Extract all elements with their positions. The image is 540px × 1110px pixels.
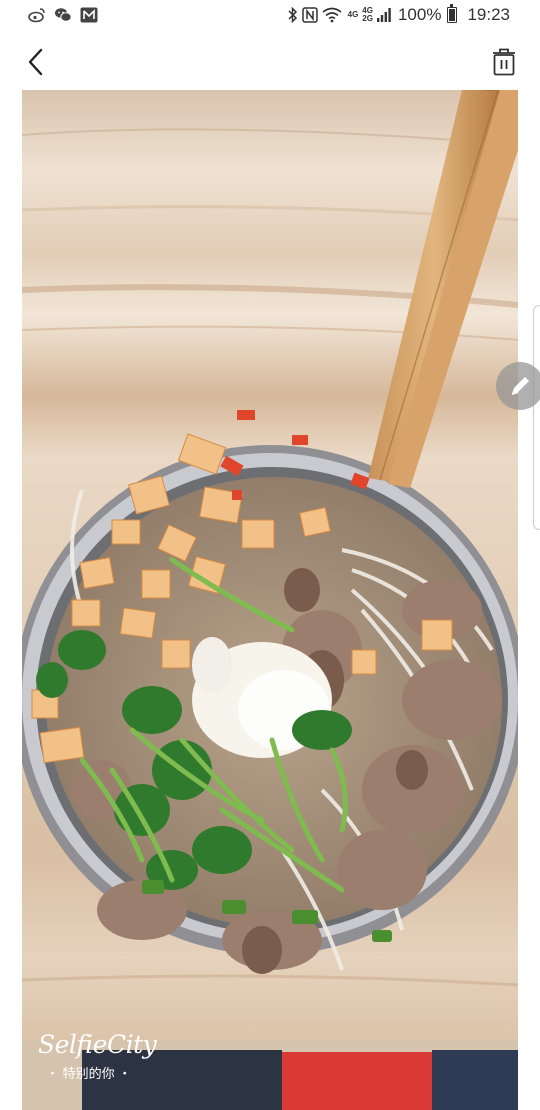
delete-button[interactable] bbox=[486, 44, 522, 80]
edge-panel-handle[interactable] bbox=[533, 305, 540, 530]
viewer-toolbar bbox=[0, 34, 540, 90]
network-top: 4G bbox=[347, 10, 359, 19]
battery-percent: 100% bbox=[397, 5, 442, 24]
signal-icon bbox=[376, 8, 391, 22]
watermark-logo: SelfieCity bbox=[38, 1030, 157, 1059]
bluetooth-icon bbox=[288, 7, 297, 23]
photo[interactable] bbox=[22, 90, 518, 1110]
watermark-text: ・ 特别的你 ・ bbox=[46, 1066, 132, 1081]
network-type: 4G bbox=[348, 11, 359, 19]
chevron-left-icon bbox=[28, 48, 43, 76]
noodle-bowl-image bbox=[22, 90, 518, 1110]
status-bar: 4G 4G 2G 100% 19:23 bbox=[0, 0, 540, 34]
wifi-icon bbox=[322, 7, 342, 23]
network-type-dual: 4G 2G bbox=[362, 7, 373, 23]
pencil-icon bbox=[511, 377, 529, 395]
selfiecity-watermark: SelfieCity ・ 特别的你 ・ bbox=[38, 1030, 157, 1082]
battery-icon bbox=[447, 4, 458, 23]
notification-icons bbox=[28, 7, 98, 23]
clock: 19:23 bbox=[467, 5, 510, 24]
edit-button[interactable] bbox=[496, 362, 540, 410]
trash-icon bbox=[493, 48, 515, 76]
wechat-icon bbox=[55, 8, 72, 22]
system-status: 4G 4G 2G 100% 19:23 bbox=[288, 4, 510, 25]
nfc-icon bbox=[301, 7, 318, 23]
mail-icon bbox=[80, 7, 98, 23]
weibo-icon bbox=[28, 8, 45, 23]
back-button[interactable] bbox=[18, 44, 54, 80]
network-bottom: 2G bbox=[362, 14, 373, 23]
